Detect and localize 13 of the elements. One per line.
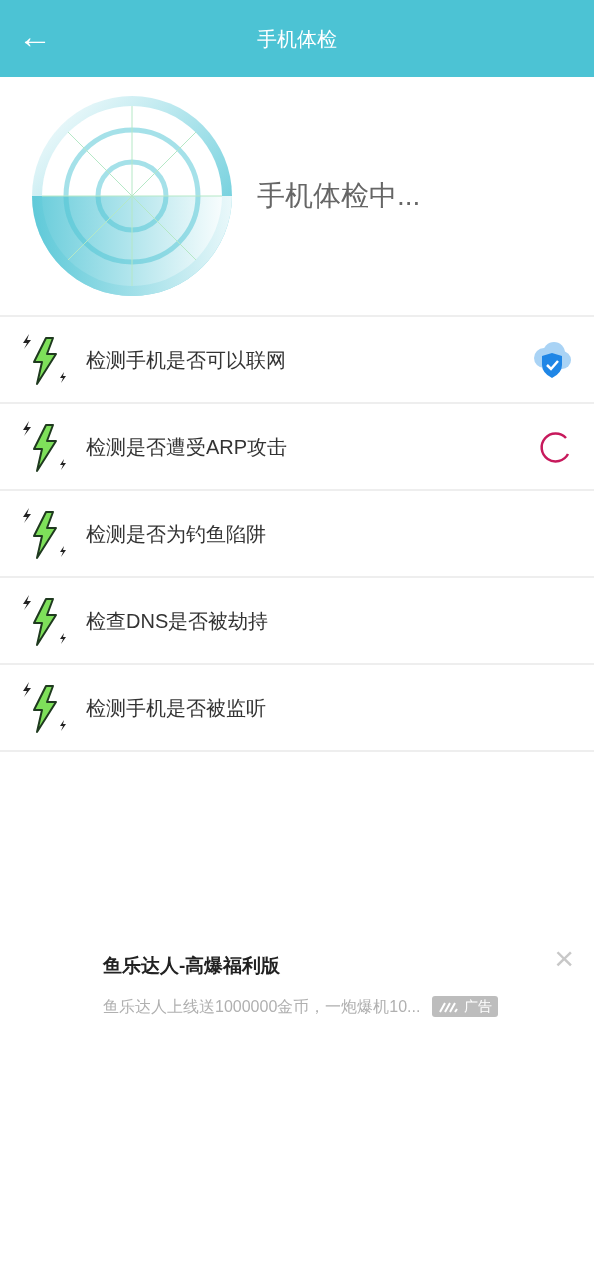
check-label: 检测手机是否可以联网 [86, 347, 287, 373]
check-label: 检查DNS是否被劫持 [86, 608, 270, 634]
close-button[interactable]: × [554, 938, 574, 978]
check-label: 检测手机是否被监听 [86, 695, 267, 721]
scan-status: 手机体检中... [257, 179, 421, 213]
logo-icon [438, 1000, 461, 1013]
check-label: 检测是否为钓鱼陷阱 [86, 521, 267, 547]
ad-description: 鱼乐达人上线送1000000金币，一炮爆机10... [103, 996, 421, 1017]
check-label: 检测是否遭受ARP攻击 [86, 434, 289, 460]
ad-badge: 广告 [432, 996, 499, 1017]
back-button[interactable]: ← [14, 18, 56, 54]
ad-title: 鱼乐达人-高爆福利版 [103, 955, 281, 976]
page-title: 手机体检 [257, 27, 337, 50]
